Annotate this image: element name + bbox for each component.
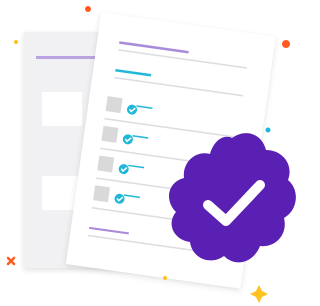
confetti-dot — [163, 276, 167, 280]
confetti-dot — [14, 40, 18, 44]
checkbox — [105, 96, 123, 114]
checkbox — [97, 155, 115, 173]
confetti-dot — [265, 127, 271, 133]
illustration-svg — [6, 6, 296, 303]
sparkle-icon — [250, 285, 268, 303]
checkbox — [101, 125, 119, 143]
verified-checklist-illustration — [0, 0, 303, 306]
confetti-dot — [282, 40, 290, 48]
confetti-cross — [6, 256, 16, 266]
checkbox — [93, 185, 111, 203]
confetti-dot — [85, 6, 91, 12]
